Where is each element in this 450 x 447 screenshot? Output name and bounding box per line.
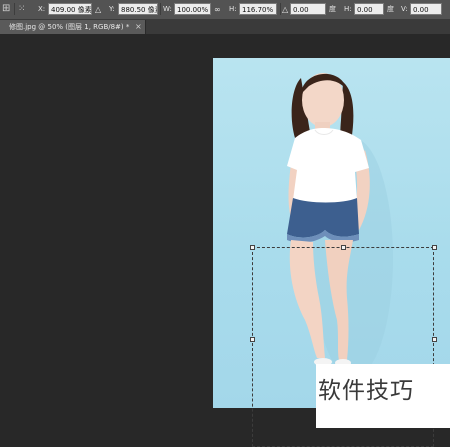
delta-icon[interactable]: △ bbox=[95, 3, 101, 16]
width-field[interactable]: 100.00% bbox=[174, 3, 211, 15]
transform-handle[interactable] bbox=[432, 337, 437, 342]
separator bbox=[14, 3, 15, 15]
h-skew-unit: 度 bbox=[387, 5, 394, 13]
separator bbox=[280, 3, 281, 15]
angle-field[interactable]: 0.00 bbox=[290, 3, 326, 15]
document-tab-label: 修图.jpg @ 50% (图层 1, RGB/8#) * bbox=[9, 23, 130, 31]
transform-handle[interactable] bbox=[250, 245, 255, 250]
v-skew-field[interactable]: 0.00 bbox=[410, 3, 442, 15]
options-bar: ⊞ ⁙ X: 409.00 像素 △ Y: 880.50 像素 W: 100.0… bbox=[0, 0, 450, 20]
reference-point-icon[interactable]: ⁙ bbox=[18, 3, 26, 15]
angle-unit: 度 bbox=[329, 5, 336, 13]
tool-preset-icon[interactable]: ⊞ bbox=[2, 3, 10, 15]
transform-handle[interactable] bbox=[341, 245, 346, 250]
x-position-field[interactable]: 409.00 像素 bbox=[48, 3, 92, 15]
h-skew-label: H: bbox=[344, 5, 352, 13]
transform-handle[interactable] bbox=[250, 337, 255, 342]
close-icon[interactable]: × bbox=[135, 21, 142, 33]
y-position-field[interactable]: 880.50 像素 bbox=[118, 3, 158, 15]
width-label: W: bbox=[163, 5, 172, 13]
separator bbox=[160, 3, 161, 15]
document-tab[interactable]: 修图.jpg @ 50% (图层 1, RGB/8#) * × bbox=[0, 20, 146, 34]
watermark-text: 软件技巧 bbox=[318, 378, 414, 404]
x-label: X: bbox=[38, 5, 46, 13]
link-icon[interactable]: ∞ bbox=[214, 3, 221, 16]
h-skew-field[interactable]: 0.00 bbox=[354, 3, 384, 15]
rotate-icon: △ bbox=[282, 5, 289, 14]
height-field[interactable]: 116.70% bbox=[239, 3, 277, 15]
transform-handle[interactable] bbox=[432, 245, 437, 250]
y-label: Y: bbox=[109, 5, 115, 13]
height-label: H: bbox=[229, 5, 237, 13]
v-skew-label: V: bbox=[401, 5, 408, 13]
